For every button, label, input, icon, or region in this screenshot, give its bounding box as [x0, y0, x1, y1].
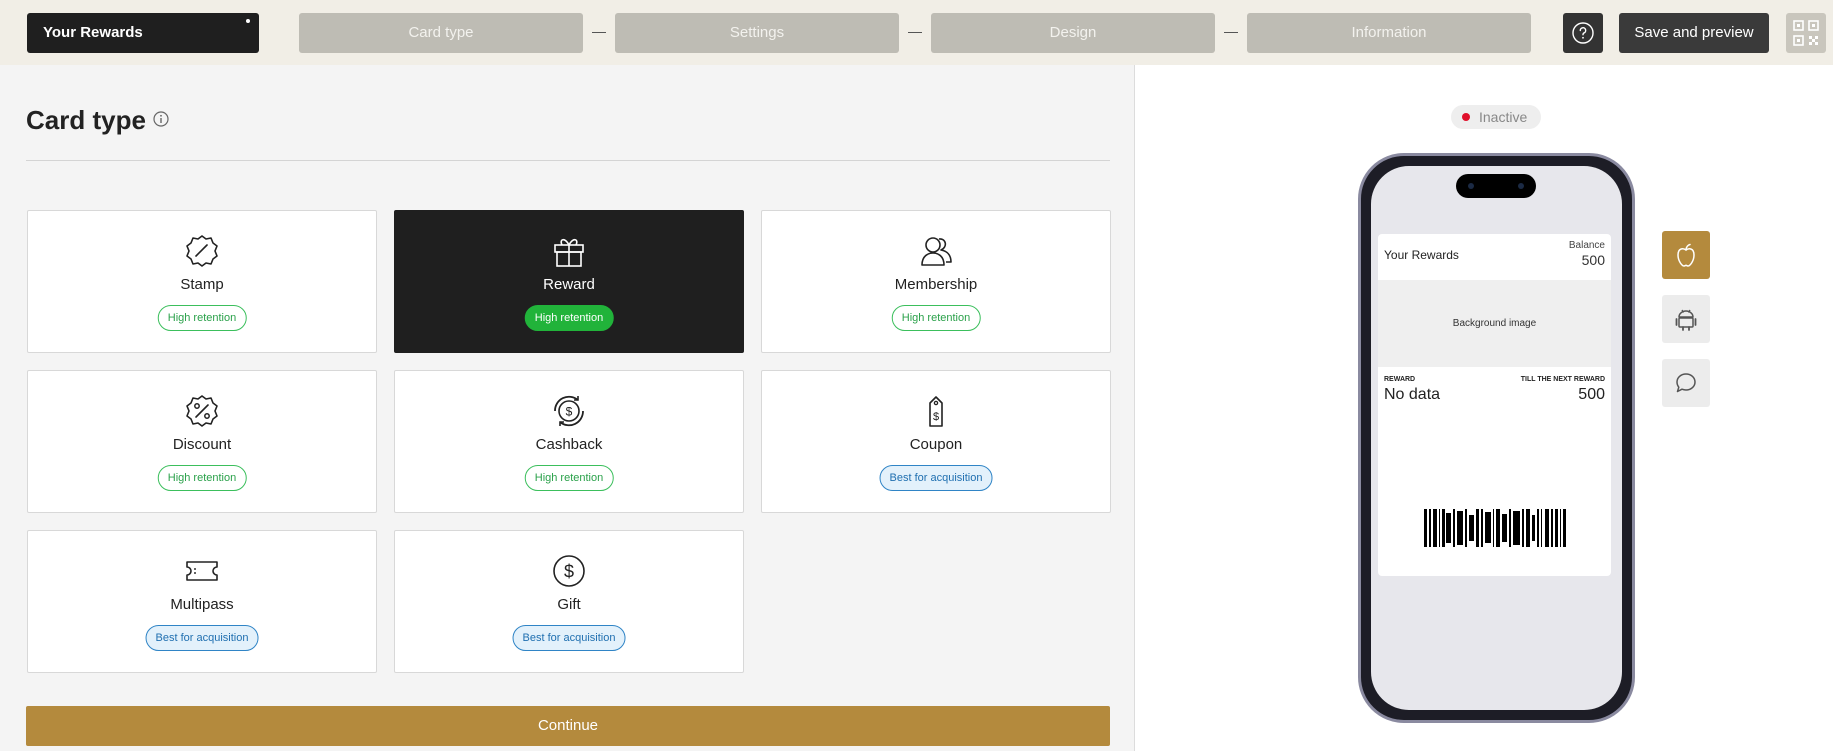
- wallet-pass-preview: Your Rewards Balance 500 Background imag…: [1378, 234, 1611, 576]
- question-circle-icon: [1572, 22, 1594, 44]
- retention-badge: High retention: [524, 465, 614, 491]
- save-and-preview-button[interactable]: Save and preview: [1619, 13, 1769, 53]
- stamp-icon: [183, 233, 221, 269]
- svg-text:$: $: [564, 562, 574, 582]
- svg-text:$: $: [566, 405, 573, 419]
- card-type-reward[interactable]: Reward High retention: [394, 210, 744, 353]
- dynamic-island: [1456, 174, 1536, 198]
- pass-balance-value: 500: [1581, 252, 1605, 268]
- step-separator: [908, 32, 922, 33]
- unsaved-dot-icon: [246, 19, 250, 23]
- step-card-type[interactable]: Card type: [299, 13, 583, 53]
- acquisition-badge: Best for acquisition: [512, 625, 626, 651]
- status-badge: Inactive: [1451, 105, 1541, 129]
- status-text: Inactive: [1479, 109, 1528, 125]
- status-dot-icon: [1462, 113, 1470, 121]
- qr-code-icon: [1793, 20, 1819, 46]
- retention-badge: High retention: [891, 305, 981, 331]
- preview-panel: Inactive Your Rewards Balance 500 Backgr…: [1134, 65, 1833, 751]
- android-icon: [1675, 309, 1697, 331]
- card-label: Reward: [543, 276, 595, 293]
- card-label: Membership: [894, 276, 978, 293]
- card-name-field[interactable]: Your Rewards: [27, 13, 259, 53]
- top-bar: Your Rewards Card type Settings Design I…: [0, 0, 1833, 65]
- android-pay-button[interactable]: [1662, 295, 1710, 343]
- pass-background-image: Background image: [1378, 280, 1611, 367]
- step-information[interactable]: Information: [1247, 13, 1531, 53]
- phone-mockup: Your Rewards Balance 500 Background imag…: [1358, 153, 1635, 723]
- percent-badge-icon: [183, 393, 221, 429]
- card-label: Stamp: [180, 276, 224, 293]
- price-tag-icon: $: [917, 393, 955, 429]
- card-type-panel: Card type Stamp High retention Reward Hi…: [3, 65, 1133, 751]
- pass-balance-label: Balance: [1568, 240, 1605, 251]
- card-name-text: Your Rewards: [43, 24, 143, 41]
- card-type-discount[interactable]: Discount High retention: [27, 370, 377, 513]
- acquisition-badge: Best for acquisition: [879, 465, 993, 491]
- barcode-icon: [1424, 509, 1566, 547]
- card-type-coupon[interactable]: $ Coupon Best for acquisition: [761, 370, 1111, 513]
- camera-dot-icon: [1518, 183, 1524, 189]
- cashback-icon: $: [550, 393, 588, 429]
- step-separator: [592, 32, 606, 33]
- apple-wallet-button[interactable]: [1662, 231, 1710, 279]
- svg-text:$: $: [933, 411, 939, 423]
- pass-name: Your Rewards: [1384, 248, 1459, 262]
- card-label: Gift: [557, 596, 581, 613]
- retention-badge: High retention: [157, 465, 247, 491]
- pass-field-label: TILL THE NEXT REWARD: [1520, 376, 1605, 383]
- continue-button[interactable]: Continue: [26, 706, 1110, 746]
- card-type-membership[interactable]: Membership High retention: [761, 210, 1111, 353]
- ticket-icon: [183, 553, 221, 589]
- dollar-coin-icon: $: [550, 553, 588, 589]
- sensor-dot-icon: [1468, 183, 1474, 189]
- step-separator: [1224, 32, 1238, 33]
- retention-badge: High retention: [157, 305, 247, 331]
- qr-code-button[interactable]: [1786, 13, 1826, 53]
- card-label: Coupon: [909, 436, 963, 453]
- users-icon: [917, 233, 955, 269]
- card-type-stamp[interactable]: Stamp High retention: [27, 210, 377, 353]
- gift-box-icon: [550, 233, 588, 269]
- acquisition-badge: Best for acquisition: [145, 625, 259, 651]
- pass-field-value: No data: [1384, 386, 1441, 403]
- card-type-cashback[interactable]: $ Cashback High retention: [394, 370, 744, 513]
- pass-field-value: 500: [1578, 386, 1605, 403]
- step-design[interactable]: Design: [931, 13, 1215, 53]
- phone-screen: Your Rewards Balance 500 Background imag…: [1371, 166, 1622, 710]
- apple-icon: [1677, 243, 1695, 267]
- title-divider: [26, 160, 1110, 161]
- card-label: Multipass: [170, 596, 234, 613]
- pass-field-label: REWARD: [1384, 376, 1416, 383]
- card-type-gift[interactable]: $ Gift Best for acquisition: [394, 530, 744, 673]
- retention-badge: High retention: [524, 305, 614, 331]
- info-icon[interactable]: [153, 111, 169, 127]
- chat-bubble-icon: [1676, 373, 1696, 393]
- card-label: Cashback: [535, 436, 603, 453]
- card-label: Discount: [172, 436, 232, 453]
- message-preview-button[interactable]: [1662, 359, 1710, 407]
- card-type-multipass[interactable]: Multipass Best for acquisition: [27, 530, 377, 673]
- page-title: Card type: [26, 105, 146, 135]
- step-settings[interactable]: Settings: [615, 13, 899, 53]
- help-button[interactable]: [1563, 13, 1603, 53]
